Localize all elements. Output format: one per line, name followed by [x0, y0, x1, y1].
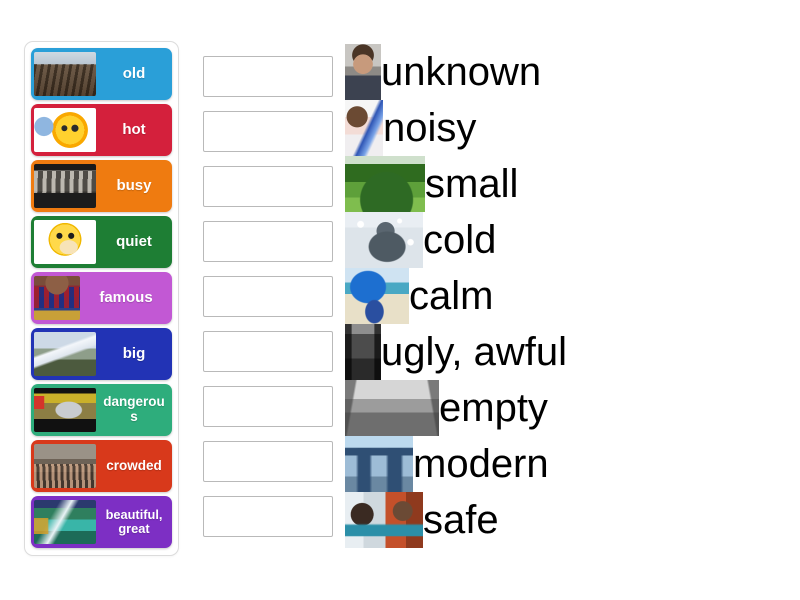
tile-label: old — [122, 64, 146, 82]
drop-slot-4[interactable] — [203, 221, 333, 262]
tile-label: busy — [116, 176, 152, 194]
drop-slot-5[interactable] — [203, 276, 333, 317]
drop-slot-2[interactable] — [203, 111, 333, 152]
drop-slot-6[interactable] — [203, 331, 333, 372]
portrait-unknown-man-icon — [345, 44, 381, 100]
tile-dangerous[interactable]: dangerous — [31, 384, 172, 436]
busy-crowd-photo-icon — [34, 164, 96, 208]
small-green-hill-icon — [345, 156, 425, 212]
answer-label: unknown — [381, 50, 542, 94]
person-in-snow-winter-icon — [345, 212, 423, 268]
answer-row-noisy: noisy — [345, 100, 785, 156]
tile-label: beautiful, great — [105, 507, 163, 536]
answer-label: safe — [423, 498, 499, 542]
beautiful-lake-landscape-icon — [34, 500, 96, 544]
answer-row-modern: modern — [345, 436, 785, 492]
answer-label: ugly, awful — [381, 330, 568, 374]
match-up-activity: old hot busy quiet famous big dangerous … — [0, 0, 800, 600]
tile-hot[interactable]: hot — [31, 104, 172, 156]
answer-prompt-column: unknown noisy small cold calm ugly, awfu… — [345, 44, 785, 548]
calm-beach-umbrella-icon — [345, 268, 409, 324]
answer-label: empty — [439, 386, 548, 430]
answer-row-cold: cold — [345, 212, 785, 268]
tile-label: crowded — [106, 457, 162, 473]
ugly-grey-underpass-icon — [345, 324, 381, 380]
answer-label: cold — [423, 218, 497, 262]
big-snowy-mountain-photo-icon — [34, 332, 96, 376]
answer-row-unknown: unknown — [345, 44, 785, 100]
tile-big[interactable]: big — [31, 328, 172, 380]
drop-slot-7[interactable] — [203, 386, 333, 427]
answer-label: modern — [413, 442, 549, 486]
famous-footballer-photo-icon — [34, 276, 80, 320]
cartoon-sun-sunglasses-icon — [34, 108, 96, 152]
draggable-tiles-panel: old hot busy quiet famous big dangerous … — [24, 41, 179, 556]
car-crash-stunt-photo-icon — [34, 388, 96, 432]
tile-old[interactable]: old — [31, 48, 172, 100]
crowded-street-market-icon — [34, 444, 96, 488]
drop-slot-9[interactable] — [203, 496, 333, 537]
tile-busy[interactable]: busy — [31, 160, 172, 212]
tile-label: dangerous — [103, 394, 165, 424]
answer-label: calm — [409, 274, 494, 318]
empty-street-black-white-icon — [345, 380, 439, 436]
girl-with-megaphone-icon — [345, 100, 383, 156]
tile-beautiful-great[interactable]: beautiful, great — [31, 496, 172, 548]
drop-slot-3[interactable] — [203, 166, 333, 207]
drop-slot-column — [203, 56, 333, 537]
answer-row-safe: safe — [345, 492, 785, 548]
safe-family-hug-icon — [345, 492, 423, 548]
answer-row-ugly-awful: ugly, awful — [345, 324, 785, 380]
answer-row-small: small — [345, 156, 785, 212]
tile-famous[interactable]: famous — [31, 272, 172, 324]
tile-label: big — [122, 344, 146, 362]
old-building-photo-icon — [34, 52, 96, 96]
shushing-smiley-emoticon-icon — [34, 220, 96, 264]
tile-label: hot — [122, 120, 146, 138]
tile-quiet[interactable]: quiet — [31, 216, 172, 268]
tile-label: famous — [99, 288, 153, 306]
tile-crowded[interactable]: crowded — [31, 440, 172, 492]
modern-cctv-tower-beijing-icon — [345, 436, 413, 492]
answer-label: noisy — [383, 106, 477, 150]
tile-label: quiet — [116, 232, 152, 250]
answer-label: small — [425, 162, 519, 206]
answer-row-empty: empty — [345, 380, 785, 436]
answer-row-calm: calm — [345, 268, 785, 324]
drop-slot-1[interactable] — [203, 56, 333, 97]
drop-slot-8[interactable] — [203, 441, 333, 482]
